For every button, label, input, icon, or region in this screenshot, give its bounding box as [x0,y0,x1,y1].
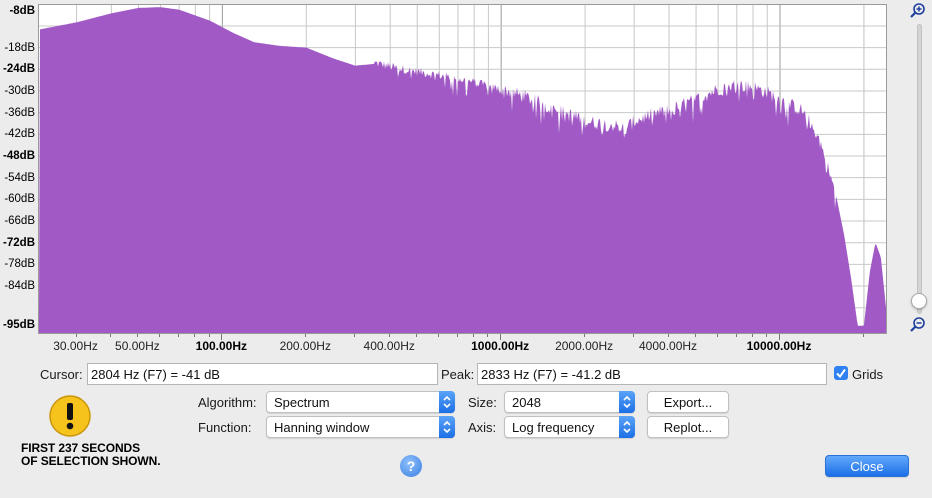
axis-select[interactable]: Log frequency [504,416,635,438]
x-axis-tick [208,334,210,337]
x-axis-tick [159,334,161,337]
warning-icon [48,394,92,438]
y-axis-label: -78dB [4,258,35,271]
x-axis-label: 400.00Hz [363,339,415,353]
warning-line-2: OF SELECTION SHOWN. [21,454,161,468]
x-axis-tick [751,334,753,337]
x-axis-tick [500,334,502,340]
close-button[interactable]: Close [825,455,909,477]
x-axis-label: 50.00Hz [115,339,160,353]
peak-readout: 2833 Hz (F7) = -41.2 dB [477,363,827,385]
function-select[interactable]: Hanning window [266,416,455,438]
x-axis-label: 4000.00Hz [639,339,698,353]
grids-label[interactable]: Grids [852,367,883,382]
y-axis-label: -72dB [3,236,35,249]
x-axis-label: 10000.00Hz [746,339,812,353]
peak-label: Peak: [441,367,475,382]
x-axis-tick [456,334,458,337]
x-axis-tick [584,334,586,337]
y-axis-label: -8dB [9,5,35,17]
x-axis-tick [137,334,139,337]
algorithm-select[interactable]: Spectrum [266,391,455,413]
zoom-in-icon[interactable] [909,2,927,20]
y-axis-label: -18dB [4,41,35,54]
x-axis-tick [487,334,489,337]
x-axis-tick [354,334,356,337]
x-axis: 30.00Hz 50.00Hz 100.00Hz 200.00Hz 400.00Hz 10… [38,334,887,356]
x-axis-label: 1000.00Hz [471,339,530,353]
x-axis-tick [473,334,475,337]
x-axis-tick [862,334,864,337]
zoom-slider-track[interactable] [917,24,922,314]
updown-chevron-icon [439,416,455,438]
warning-text: FIRST 237 SECONDS OF SELECTION SHOWN. [21,442,161,468]
cursor-label: Cursor: [40,367,83,382]
y-axis-label: -84dB [4,280,35,293]
x-axis-tick [633,334,635,337]
help-icon[interactable]: ? [400,455,422,477]
y-axis-label: -66dB [4,215,35,228]
size-label: Size: [468,395,497,410]
algorithm-value: Spectrum [274,395,330,410]
function-label: Function: [198,420,252,435]
x-axis-tick [194,334,196,337]
x-axis-tick [305,334,307,337]
size-select[interactable]: 2048 [504,391,635,413]
x-axis-tick [75,334,77,337]
x-axis-tick [735,334,737,337]
y-axis-label: -95dB [3,319,35,331]
spectrum-area [39,7,886,333]
y-axis-label: -24dB [3,63,35,76]
checkmark-icon [836,368,846,379]
updown-chevron-icon [439,391,455,413]
algorithm-label: Algorithm: [198,395,257,410]
axis-value: Log frequency [512,420,595,435]
spectrum-svg [39,5,886,333]
replot-button[interactable]: Replot... [647,416,729,438]
axis-label: Axis: [468,420,497,435]
updown-chevron-icon [619,416,635,438]
cursor-readout: 2804 Hz (F7) = -41 dB [87,363,438,385]
y-axis-label: -42dB [4,128,35,141]
vertical-zoom [904,2,932,336]
x-axis-tick [717,334,719,337]
x-axis-tick [766,334,768,337]
grids-checkbox[interactable] [834,366,848,380]
x-axis-tick [221,334,223,340]
y-axis: -8dB -18dB -24dB -30dB -36dB -42dB -48dB -54dB -… [0,4,38,334]
zoom-slider-thumb[interactable] [911,293,927,309]
y-axis-label: -30dB [4,84,35,97]
spectrum-plot[interactable] [38,4,887,334]
zoom-out-icon[interactable] [909,316,927,334]
x-axis-tick [178,334,180,337]
export-button[interactable]: Export... [647,391,729,413]
y-axis-label: -48dB [3,149,35,162]
x-axis-tick [668,334,670,337]
x-axis-label: 200.00Hz [279,339,331,353]
x-axis-tick [695,334,697,337]
y-axis-label: -60dB [4,193,35,206]
y-axis-label: -54dB [4,171,35,184]
x-axis-label: 30.00Hz [53,339,98,353]
x-axis-label: 100.00Hz [195,339,248,353]
x-axis-tick [110,334,112,337]
updown-chevron-icon [619,391,635,413]
size-value: 2048 [512,395,541,410]
x-axis-tick [416,334,418,337]
x-axis-tick [438,334,440,337]
y-axis-label: -36dB [4,106,35,119]
x-axis-tick [778,334,780,340]
function-value: Hanning window [274,420,370,435]
x-axis-tick [389,334,391,337]
x-axis-label: 2000.00Hz [555,339,614,353]
